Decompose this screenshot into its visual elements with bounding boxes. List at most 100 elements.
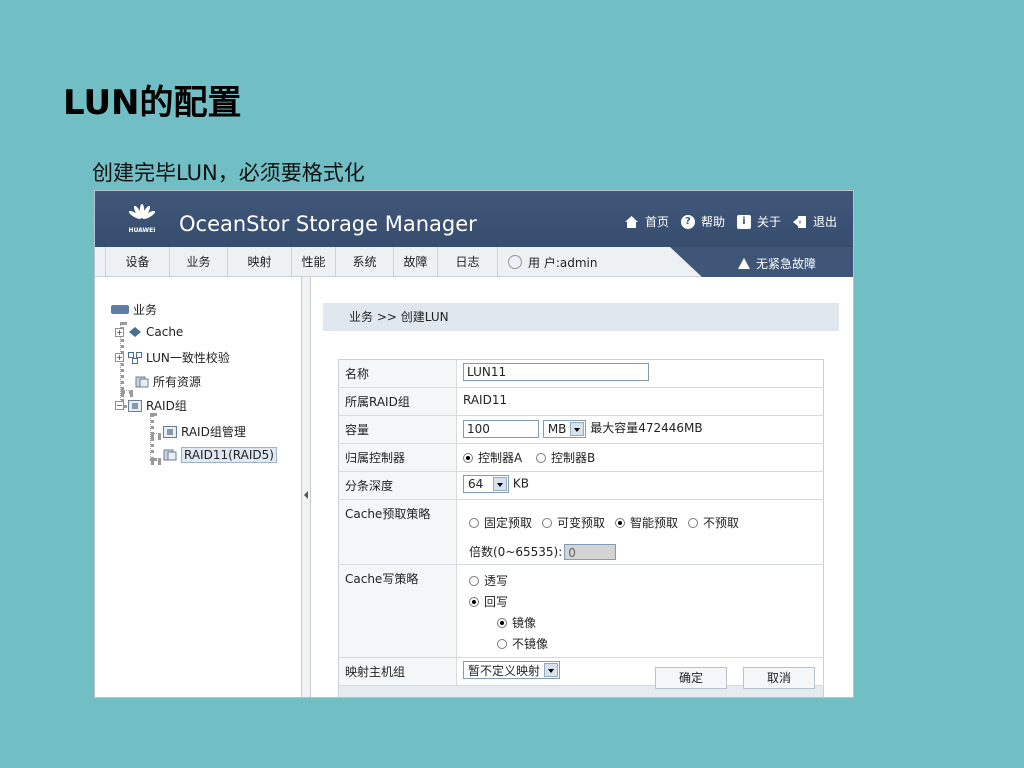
stripe-select[interactable]: 64 [463,475,509,493]
prefetch-label: Cache预取策略 [338,499,457,565]
about-link[interactable]: i 关于 [736,213,781,230]
cache-icon [128,326,142,338]
dropdown-arrow-icon [544,663,559,677]
service-folder-icon [111,305,129,314]
prefetch-none-radio[interactable]: 不预取 [688,514,739,531]
capacity-input[interactable]: 100 [463,419,539,438]
ok-button[interactable]: 确定 [655,667,727,689]
cancel-button[interactable]: 取消 [743,667,815,689]
radio-unchecked-icon [497,639,507,649]
navigation-tree: 业务 + Cache + LUN一致性校验 所有资源 − RAID组 RAID组… [95,277,301,697]
tree-item-raid-group[interactable]: − RAID组 [115,397,187,414]
logout-label: 退出 [812,215,837,229]
tree-item-cache[interactable]: + Cache [115,325,183,339]
logout-link[interactable]: 退出 [792,213,837,230]
tree-root-label: 业务 [133,303,158,317]
form-row-capacity: 容量 100 MB 最大容量472446MB [338,415,824,444]
tree-root-service[interactable]: 业务 [111,301,157,318]
radio-checked-icon [463,452,473,463]
main-content: 业务 >> 创建LUN 名称 LUN11 所属RAID组 RAID11 容量 1… [311,277,853,697]
radio-unchecked-icon [542,517,553,528]
warning-icon [738,258,750,269]
raid-value: RAID11 [456,387,824,416]
mapping-select[interactable]: 暂不定义映射 [463,661,561,679]
write-back-radio[interactable]: 回写 [469,592,508,612]
capacity-unit-select[interactable]: MB [542,419,587,438]
mapping-label: 映射主机组 [338,657,457,686]
menu-device[interactable]: 设备 [105,247,169,277]
help-link[interactable]: ? 帮助 [680,213,725,230]
write-back-label: 回写 [484,595,509,609]
collapse-icon[interactable]: − [115,401,124,410]
controller-b-radio[interactable]: 控制器B [536,449,595,466]
form-row-write: Cache写策略 透写 回写 镜像 不镜像 [338,564,824,658]
prefetch-variable-radio[interactable]: 可变预取 [542,514,605,531]
menu-service[interactable]: 业务 [169,247,227,277]
tree-item-raid-manage[interactable]: RAID组管理 [163,423,246,440]
menu-bar: 设备 业务 映射 性能 系统 故障 日志 用 户:admin 无紧急故障 [95,247,853,277]
radio-checked-icon [615,517,626,528]
radio-checked-icon [497,618,507,628]
menu-log[interactable]: 日志 [437,247,497,277]
tree-item-lun-check[interactable]: + LUN一致性校验 [115,349,230,366]
user-icon [508,255,522,269]
radio-unchecked-icon [536,452,547,463]
alarm-label: 无紧急故障 [756,257,817,271]
radio-unchecked-icon [469,517,479,528]
current-user: 用 户:admin [497,247,625,277]
slide-subtitle: 创建完毕LUN，必须要格式化 [92,161,365,185]
form-row-name: 名称 LUN11 [338,359,824,388]
write-through-radio[interactable]: 透写 [469,571,508,591]
menu-system[interactable]: 系统 [335,247,393,277]
prefetch-none-label: 不预取 [703,516,740,530]
form-row-controller: 归属控制器 控制器A 控制器B [338,443,824,472]
help-icon: ? [680,214,695,229]
tree-connector [151,433,161,437]
help-label: 帮助 [700,215,725,229]
tree-item-all-resources[interactable]: 所有资源 [135,373,201,390]
form-row-raid: 所属RAID组 RAID11 [338,387,824,416]
disk-stack-icon [163,449,177,461]
home-icon [625,215,639,229]
dropdown-arrow-icon [493,477,507,491]
controller-a-radio[interactable]: 控制器A [463,449,522,466]
multiplier-label: 倍数(0~65535): [469,545,563,559]
logout-icon [792,215,807,229]
tree-connector [150,413,154,461]
multiplier-input[interactable]: 0 [564,543,617,560]
name-input[interactable]: LUN11 [463,363,649,381]
logo-text: HUAWEI [128,227,156,234]
controller-label: 归属控制器 [338,443,457,472]
mirror-radio[interactable]: 镜像 [497,613,536,633]
raid-label: 所属RAID组 [338,387,457,416]
expand-icon[interactable]: + [115,327,124,337]
tree-label: RAID组管理 [181,425,246,439]
expand-icon[interactable]: + [115,353,124,362]
home-link[interactable]: 首页 [625,213,669,230]
raid-manage-icon [163,425,177,438]
alarm-status[interactable]: 无紧急故障 [670,247,853,277]
capacity-label: 容量 [338,415,457,444]
app-title: OceanStor Storage Manager [179,212,477,236]
tree-connector [151,458,161,462]
prefetch-smart-label: 智能预取 [630,516,679,530]
tree-item-raid11[interactable]: RAID11(RAID5) [163,447,277,463]
no-mirror-radio[interactable]: 不镜像 [497,634,548,654]
panel-splitter[interactable] [301,277,311,697]
stripe-unit: KB [512,476,529,491]
home-label: 首页 [644,215,669,229]
capacity-unit-value: MB [547,421,567,436]
menu-mapping[interactable]: 映射 [227,247,291,277]
collapse-arrow-icon[interactable] [304,491,308,499]
raid-icon [128,399,142,412]
radio-unchecked-icon [688,517,699,528]
prefetch-smart-radio[interactable]: 智能预取 [615,514,678,531]
tree-label-selected: RAID11(RAID5) [181,447,277,463]
menu-fault[interactable]: 故障 [393,247,437,277]
tree-connector [121,390,133,394]
prefetch-fixed-radio[interactable]: 固定预取 [469,514,532,531]
menu-performance[interactable]: 性能 [291,247,335,277]
consistency-icon [128,351,142,364]
no-mirror-label: 不镜像 [512,637,549,651]
breadcrumb: 业务 >> 创建LUN [323,303,839,331]
